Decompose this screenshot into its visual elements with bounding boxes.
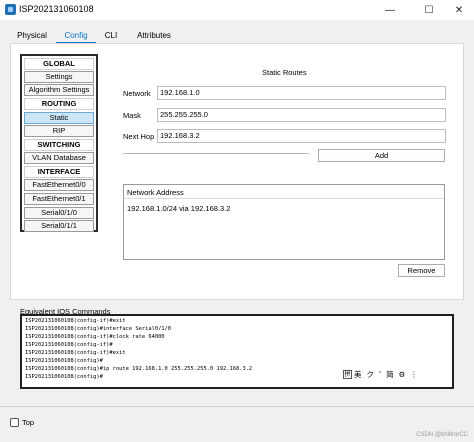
- ime-punctuation-icon[interactable]: ': [379, 370, 381, 379]
- add-route-button[interactable]: Add: [318, 149, 445, 162]
- nexthop-input[interactable]: 192.168.3.2: [157, 129, 446, 143]
- sidebar-item-vlan-database[interactable]: VLAN Database: [24, 152, 94, 164]
- ime-kana-icon[interactable]: ク: [367, 369, 375, 380]
- console-line: ISP202131060108(config)#: [25, 374, 103, 380]
- top-checkbox-label: Top: [22, 418, 35, 427]
- close-icon[interactable]: ✕: [446, 2, 472, 18]
- sidebar-item-rip[interactable]: RIP: [24, 125, 94, 137]
- route-entry[interactable]: 192.168.1.0/24 via 192.168.3.2: [127, 204, 230, 213]
- app-icon: [5, 4, 16, 15]
- ime-simplified-icon[interactable]: 简: [386, 369, 394, 380]
- sidebar-header-global: GLOBAL: [24, 58, 94, 70]
- tab-attributes[interactable]: Attributes: [132, 30, 176, 44]
- form-divider: [123, 153, 309, 154]
- ime-settings-icon[interactable]: ⚙: [399, 370, 406, 379]
- ios-commands-console[interactable]: ISP202131060108(config-if)#exit ISP20213…: [20, 314, 454, 389]
- sidebar-item-settings[interactable]: Settings: [24, 71, 94, 83]
- ime-beauty-icon[interactable]: 美: [354, 369, 362, 380]
- title-bar: ISP202131060108 — ☐ ✕: [0, 0, 474, 20]
- nexthop-label: Next Hop: [123, 132, 155, 141]
- sidebar-item-fastethernet0-1[interactable]: FastEthernet0/1: [24, 193, 94, 205]
- mask-input[interactable]: 255.255.255.0: [157, 108, 446, 122]
- network-address-list: Network Address 192.168.1.0/24 via 192.1…: [123, 184, 445, 260]
- sidebar-header-switching: SWITCHING: [24, 139, 94, 151]
- remove-route-button[interactable]: Remove: [398, 264, 445, 277]
- console-line: ISP202131060108(config-if)#exit: [25, 350, 126, 356]
- sidebar-item-serial0-1-1[interactable]: Serial0/1/1: [24, 220, 94, 232]
- tab-cli[interactable]: CLI: [100, 30, 122, 44]
- sidebar-item-serial0-1-0[interactable]: Serial0/1/0: [24, 207, 94, 219]
- console-line: ISP202131060108(config)#interface Serial…: [25, 326, 172, 332]
- console-line: ISP202131060108(config-if)#clock rate 64…: [25, 334, 165, 340]
- ime-more-icon[interactable]: ⋮: [410, 370, 418, 379]
- config-sidebar: GLOBAL Settings Algorithm Settings ROUTI…: [20, 54, 98, 232]
- top-checkbox[interactable]: [10, 418, 19, 427]
- ime-toolbar: 拼 美 ク ' 简 ⚙ ⋮: [343, 368, 423, 380]
- window-title: ISP202131060108: [19, 4, 94, 14]
- network-label: Network: [123, 89, 151, 98]
- footer-divider: [0, 406, 474, 407]
- console-line: ISP202131060108(config)#: [25, 358, 103, 364]
- minimize-icon[interactable]: —: [377, 2, 403, 18]
- tab-config[interactable]: Config: [56, 30, 96, 44]
- mask-label: Mask: [123, 111, 141, 120]
- sidebar-item-static[interactable]: Static: [24, 112, 94, 124]
- console-line: ISP202131060108(config)#ip route 192.168…: [25, 366, 253, 372]
- console-line: ISP202131060108(config-if)#: [25, 342, 113, 348]
- network-address-divider: [124, 198, 444, 199]
- maximize-icon[interactable]: ☐: [416, 2, 442, 18]
- console-line: ISP202131060108(config-if)#exit: [25, 318, 126, 324]
- ime-pinyin-icon[interactable]: 拼: [343, 369, 352, 379]
- tab-physical[interactable]: Physical: [10, 30, 54, 44]
- sidebar-header-routing: ROUTING: [24, 98, 94, 110]
- sidebar-header-interface: INTERFACE: [24, 166, 94, 178]
- network-address-header: Network Address: [127, 188, 184, 197]
- sidebar-item-fastethernet0-0[interactable]: FastEthernet0/0: [24, 179, 94, 191]
- network-input[interactable]: 192.168.1.0: [157, 86, 446, 100]
- sidebar-item-algorithm-settings[interactable]: Algorithm Settings: [24, 84, 94, 96]
- watermark: CSDN @bhiltrorCC: [416, 432, 468, 438]
- static-routes-title: Static Routes: [262, 68, 307, 77]
